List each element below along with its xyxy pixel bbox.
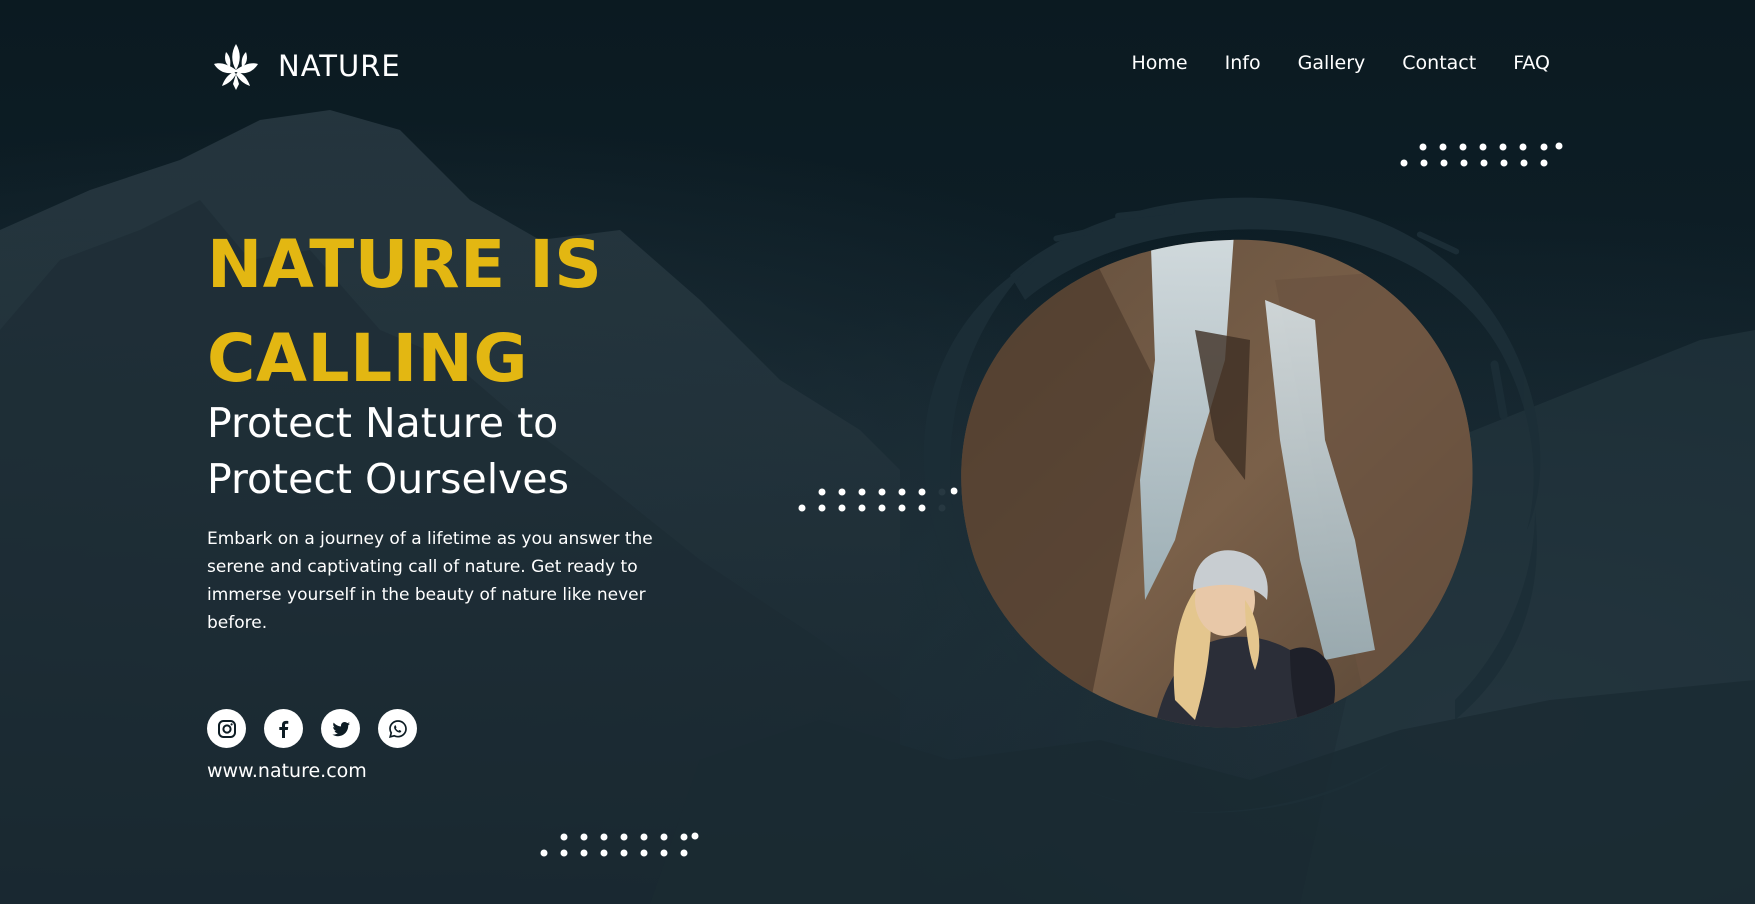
whatsapp-icon <box>388 719 407 738</box>
main-nav: Home Info Gallery Contact FAQ <box>1132 52 1550 74</box>
dot-pattern-top-right <box>1399 142 1563 170</box>
nav-contact[interactable]: Contact <box>1402 52 1476 74</box>
dot-pattern-bottom <box>538 832 702 860</box>
headline-line-1: NATURE IS <box>207 226 603 303</box>
twitter-icon <box>331 721 350 736</box>
whatsapp-button[interactable] <box>378 709 417 748</box>
facebook-icon <box>278 720 288 738</box>
brand-name: NATURE <box>278 49 401 83</box>
nav-info[interactable]: Info <box>1225 52 1261 74</box>
hero-subheading: Protect Nature to Protect Ourselves <box>207 395 569 507</box>
website-url[interactable]: www.nature.com <box>207 760 367 782</box>
twitter-button[interactable] <box>321 709 360 748</box>
nav-home[interactable]: Home <box>1132 52 1188 74</box>
facebook-button[interactable] <box>264 709 303 748</box>
subhead-line-2: Protect Ourselves <box>207 455 569 503</box>
instagram-icon <box>217 719 236 738</box>
lotus-icon <box>214 44 258 90</box>
hero-headline: NATURE IS CALLING <box>207 218 602 406</box>
instagram-button[interactable] <box>207 709 246 748</box>
nav-faq[interactable]: FAQ <box>1513 52 1550 74</box>
subhead-line-1: Protect Nature to <box>207 399 559 447</box>
social-links <box>207 709 417 748</box>
brand-logo[interactable]: NATURE <box>210 40 401 92</box>
headline-line-2: CALLING <box>207 320 529 397</box>
hero-photo <box>895 180 1555 820</box>
hero-paragraph: Embark on a journey of a lifetime as you… <box>207 529 653 633</box>
nav-gallery[interactable]: Gallery <box>1298 52 1366 74</box>
